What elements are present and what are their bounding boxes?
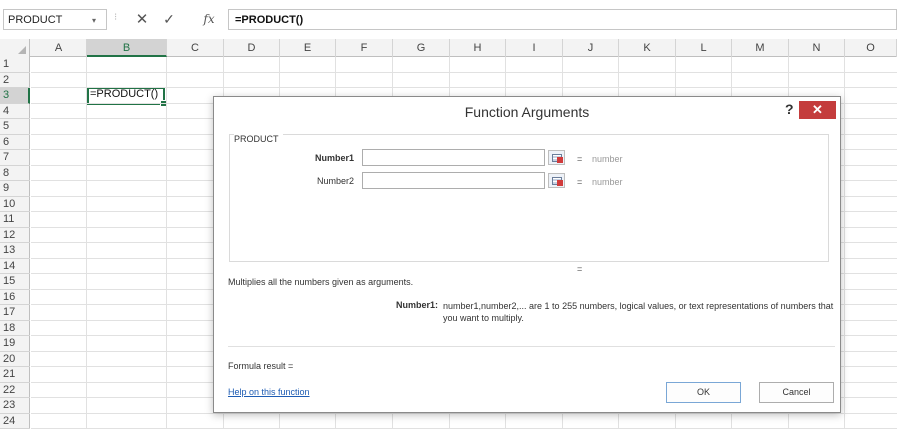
row-header[interactable]: 20 [0, 352, 30, 367]
row-header[interactable]: 6 [0, 135, 30, 150]
row-header[interactable]: 2 [0, 73, 30, 88]
function-name: PRODUCT [234, 134, 283, 144]
row-header[interactable]: 9 [0, 181, 30, 197]
row-header[interactable]: 19 [0, 336, 30, 352]
column-gridline [844, 57, 845, 429]
row-header[interactable]: 14 [0, 259, 30, 274]
row-headers: 1 2 3 4 5 6 7 8 9 10 11 12 13 14 15 16 17 18 19 20 21 22 23 24 [0, 57, 30, 429]
arg-type-number1: number [592, 154, 623, 164]
column-header[interactable]: O [845, 39, 897, 57]
row-header[interactable]: 7 [0, 150, 30, 166]
arg-label-number2: Number2 [316, 176, 354, 186]
column-header[interactable]: D [224, 39, 280, 57]
row-header[interactable]: 24 [0, 414, 30, 429]
row-header[interactable]: 8 [0, 166, 30, 181]
row-header[interactable]: 13 [0, 243, 30, 259]
row-header[interactable]: 10 [0, 197, 30, 212]
row-header[interactable]: 23 [0, 398, 30, 414]
formula-result: Formula result = [228, 361, 294, 371]
grip-icon: ⁝ [114, 12, 118, 23]
column-header[interactable]: L [676, 39, 732, 57]
function-arguments-dialog: Function Arguments ? ✕ PRODUCT [213, 96, 841, 413]
row-header[interactable]: 21 [0, 367, 30, 383]
row-gridline [31, 87, 897, 88]
arg-type-number2: number [592, 177, 623, 187]
row-header[interactable]: 15 [0, 274, 30, 290]
function-description: Multiplies all the numbers given as argu… [228, 277, 414, 287]
name-box[interactable]: PRODUCT ▾ [3, 9, 107, 30]
row-header[interactable]: 4 [0, 104, 30, 119]
column-header[interactable]: C [167, 39, 224, 57]
row-header[interactable]: 12 [0, 228, 30, 243]
column-header[interactable]: M [732, 39, 789, 57]
row-header[interactable]: 16 [0, 290, 30, 305]
column-header[interactable]: F [336, 39, 393, 57]
formula-text: =PRODUCT() [235, 14, 304, 26]
column-gridline [86, 57, 87, 429]
column-header[interactable]: K [619, 39, 676, 57]
column-header[interactable]: B [87, 39, 167, 57]
column-headers: ABCDEFGHIJKLMNO [0, 39, 897, 57]
select-all-corner[interactable] [0, 39, 30, 57]
arg-label-number1: Number1 [314, 153, 354, 163]
cancel-button[interactable]: Cancel [759, 382, 834, 403]
result-equals: = [577, 264, 583, 274]
dialog-title: Function Arguments [464, 104, 590, 120]
range-select-icon[interactable] [548, 173, 565, 188]
column-header[interactable]: A [31, 39, 87, 57]
row-header[interactable]: 11 [0, 212, 30, 228]
arg-eq-number2: = [577, 177, 583, 187]
close-icon[interactable]: ✕ [799, 101, 836, 119]
column-header[interactable]: I [506, 39, 563, 57]
column-gridline [166, 57, 167, 429]
row-header[interactable]: 22 [0, 383, 30, 398]
ok-button[interactable]: OK [666, 382, 741, 403]
row-gridline [31, 71, 897, 73]
name-box-value: PRODUCT [8, 14, 63, 26]
column-header[interactable]: N [789, 39, 845, 57]
arg-detail-text: number1,number2,... are 1 to 255 numbers… [443, 301, 834, 323]
column-header[interactable]: H [450, 39, 506, 57]
row-header[interactable]: 5 [0, 119, 30, 135]
cancel-icon[interactable]: ✕ [133, 9, 151, 30]
column-header[interactable]: E [280, 39, 336, 57]
number2-input[interactable] [362, 172, 545, 189]
row-header[interactable]: 18 [0, 321, 30, 336]
row-header[interactable]: 17 [0, 305, 30, 321]
dialog-divider [228, 346, 835, 347]
chevron-down-icon[interactable]: ▾ [92, 16, 96, 25]
help-link[interactable]: Help on this function [228, 387, 310, 397]
column-header[interactable]: J [563, 39, 619, 57]
column-header[interactable]: G [393, 39, 450, 57]
formula-input[interactable]: =PRODUCT() [228, 9, 897, 30]
help-icon[interactable]: ? [785, 101, 794, 117]
row-header[interactable]: 1 [0, 57, 30, 73]
enter-icon[interactable]: ✓ [160, 9, 178, 30]
number1-input[interactable] [362, 149, 545, 166]
range-select-icon[interactable] [548, 150, 565, 165]
arg-eq-number1: = [577, 154, 583, 164]
arg-detail-label: Number1: [395, 300, 438, 310]
row-header[interactable]: 3 [0, 88, 30, 104]
formula-bar: PRODUCT ▾ ⁝ ✕ ✓ fx =PRODUCT() [0, 0, 897, 39]
insert-function-icon[interactable]: fx [200, 9, 218, 30]
active-cell-value: =PRODUCT() [90, 88, 159, 100]
